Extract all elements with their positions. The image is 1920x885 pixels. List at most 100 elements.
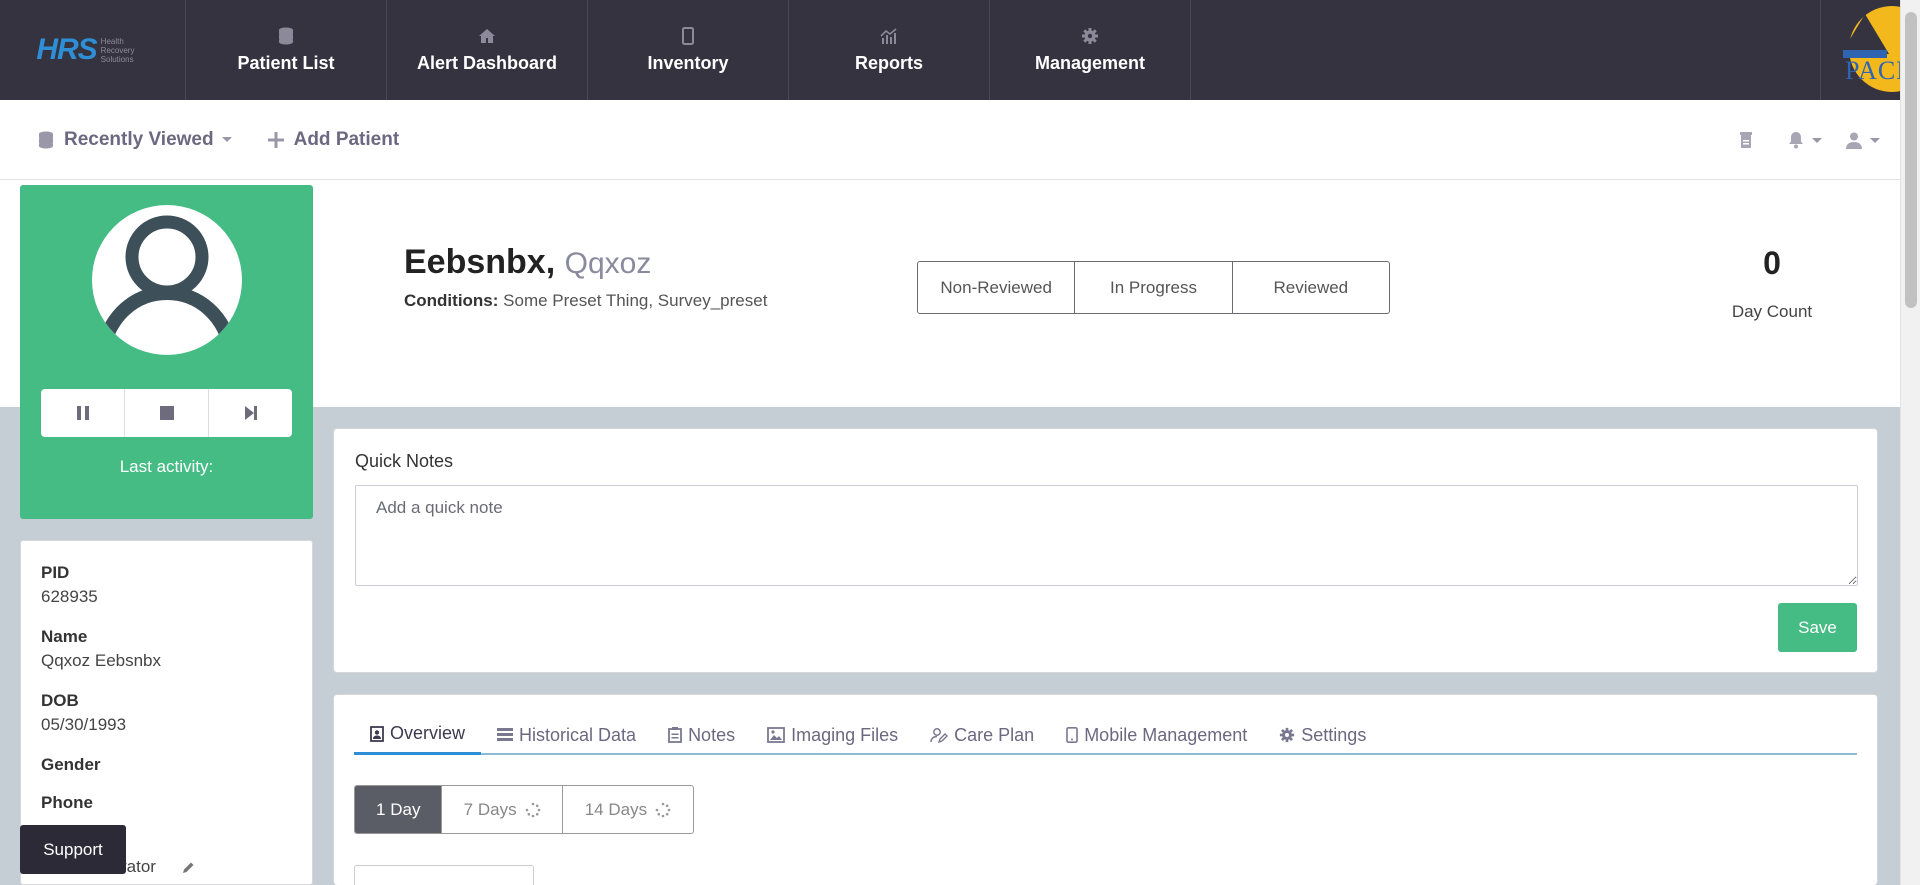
gear-icon [1081, 27, 1099, 45]
range-label: 1 Day [376, 799, 421, 819]
database-icon [277, 27, 295, 45]
patient-last-name: Eebsnbx, [404, 243, 556, 281]
chevron-down-icon [221, 137, 232, 142]
tab-overview[interactable]: Overview [354, 715, 482, 755]
nav-label: Inventory [647, 52, 729, 73]
range-label: 7 Days [463, 799, 517, 819]
pause-button[interactable] [41, 389, 125, 437]
nav-label: Reports [854, 52, 923, 73]
nav-label: Alert Dashboard [416, 52, 558, 73]
name-value: Qqxoz Eebsnbx [41, 651, 162, 670]
tablet-icon [679, 26, 697, 45]
tab-care-plan[interactable]: Care Plan [914, 715, 1050, 755]
tab-bar: Overview Historical Data Notes Imaging F… [354, 715, 1857, 755]
tab-label: Historical Data [519, 724, 637, 745]
patient-conditions: Conditions: Some Preset Thing, Survey_pr… [404, 291, 767, 311]
notifications-bell-icon[interactable] [1788, 131, 1822, 149]
tab-label: Settings [1301, 724, 1367, 745]
tab-settings[interactable]: Settings [1263, 715, 1382, 755]
brand-logo[interactable]: HRS Health Recovery Solutions [0, 0, 186, 100]
dob-label: DOB [41, 691, 79, 710]
user-menu-icon[interactable] [1846, 132, 1880, 149]
brand-subtitle: Health Recovery Solutions [100, 36, 135, 64]
time-range-group: 1 Day 7 Days 14 Days [354, 785, 694, 834]
support-button[interactable]: Support [20, 825, 126, 874]
image-icon [767, 727, 785, 743]
tab-label: Care Plan [954, 724, 1035, 745]
recently-viewed-label: Recently Viewed [64, 128, 214, 150]
chevron-down-icon [1870, 137, 1880, 143]
page-scrollbar[interactable] [1900, 0, 1920, 885]
nav-inventory[interactable]: Inventory [588, 0, 789, 100]
range-7-days-button[interactable]: 7 Days [442, 786, 563, 833]
nav-alert-dashboard[interactable]: Alert Dashboard [387, 0, 588, 100]
edit-pencil-icon[interactable] [181, 861, 195, 880]
reviewed-button[interactable]: Reviewed [1233, 262, 1389, 313]
add-patient-button[interactable]: Add Patient [267, 128, 400, 151]
chevron-down-icon [1812, 137, 1822, 143]
tab-label: Notes [688, 724, 736, 745]
nav-label: Patient List [237, 52, 335, 73]
tab-label: Overview [390, 723, 466, 743]
in-progress-button[interactable]: In Progress [1075, 262, 1233, 313]
last-activity: Last activity: [119, 457, 214, 476]
pause-icon [76, 406, 89, 420]
tab-label: Imaging Files [791, 724, 899, 745]
sub-toolbar: Recently Viewed Add Patient [0, 100, 1900, 180]
loading-spinner-icon [655, 802, 671, 817]
range-14-days-button[interactable]: 14 Days [563, 786, 693, 833]
top-nav: HRS Health Recovery Solutions Patient Li… [0, 0, 1920, 100]
nav-reports[interactable]: Reports [789, 0, 990, 100]
tab-notes[interactable]: Notes [652, 715, 751, 755]
range-1-day-button[interactable]: 1 Day [355, 786, 443, 833]
phone-label: Phone [41, 793, 93, 812]
user-edit-icon [930, 728, 949, 743]
coordinator-value: rator [121, 857, 156, 876]
step-forward-icon [244, 406, 257, 420]
patient-card: Last activity: [20, 185, 313, 519]
gear-icon [1280, 727, 1295, 743]
review-status-group: Non-Reviewed In Progress Reviewed [917, 261, 1390, 314]
patient-name: Eebsnbx, Qqxoz [404, 243, 651, 282]
document-icon[interactable] [1740, 132, 1752, 148]
nav-label: Management [1034, 52, 1146, 73]
recently-viewed-dropdown[interactable]: Recently Viewed [38, 129, 232, 151]
loading-spinner-icon [525, 802, 540, 817]
add-patient-label: Add Patient [293, 128, 400, 150]
clipboard-user-icon [370, 725, 384, 742]
conditions-value: Some Preset Thing, Survey_preset [503, 291, 768, 310]
save-note-button[interactable]: Save [1778, 603, 1857, 652]
pid-value: 628935 [41, 587, 98, 606]
stop-icon [159, 406, 174, 420]
partner-logo-mountain [1841, 14, 1889, 54]
overview-subpanel [354, 865, 534, 885]
tab-imaging-files[interactable]: Imaging Files [751, 715, 914, 755]
notes-icon [668, 727, 682, 743]
step-forward-button[interactable] [209, 389, 292, 437]
database-icon [39, 131, 53, 148]
nav-patient-list[interactable]: Patient List [186, 0, 387, 100]
stop-button[interactable] [125, 389, 209, 437]
plus-icon [267, 131, 284, 148]
quick-note-input[interactable] [355, 485, 1858, 586]
tab-historical-data[interactable]: Historical Data [481, 715, 652, 755]
home-icon [478, 27, 496, 45]
quick-notes-card: Quick Notes Save [333, 428, 1878, 673]
tab-mobile-management[interactable]: Mobile Management [1050, 715, 1263, 755]
day-count-value: 0 [1763, 245, 1781, 281]
range-label: 14 Days [584, 799, 648, 819]
patient-tabs-card: Overview Historical Data Notes Imaging F… [333, 694, 1878, 885]
mobile-icon [1066, 727, 1078, 743]
tab-label: Mobile Management [1084, 724, 1248, 745]
avatar [92, 205, 242, 355]
pid-label: PID [41, 563, 70, 582]
session-controls [41, 389, 292, 437]
dob-value: 05/30/1993 [41, 715, 127, 734]
nav-management[interactable]: Management [990, 0, 1191, 100]
non-reviewed-button[interactable]: Non-Reviewed [918, 262, 1076, 313]
scrollbar-thumb[interactable] [1905, 12, 1917, 308]
patient-first-name: Qqxoz [564, 247, 652, 280]
day-count-label: Day Count [1731, 302, 1813, 321]
list-icon [497, 728, 514, 741]
